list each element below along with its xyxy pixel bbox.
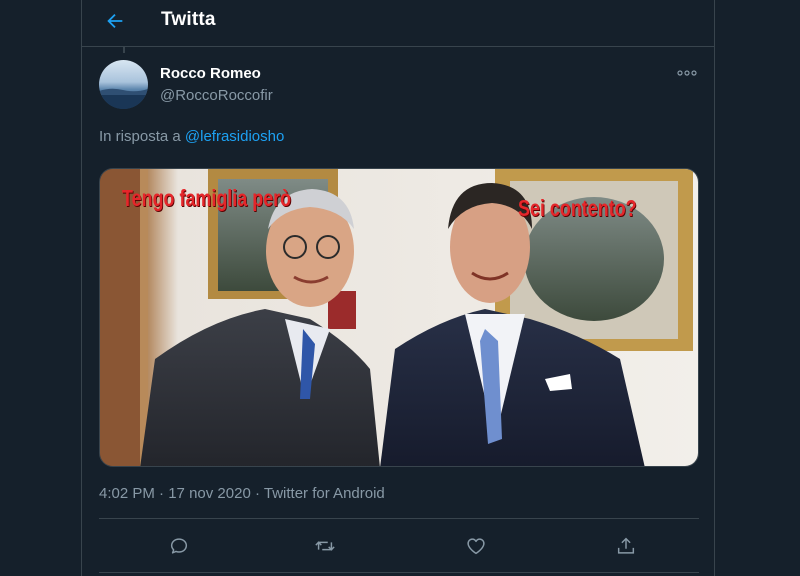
reply-bubble-icon [170, 538, 188, 554]
heart-icon [467, 538, 485, 555]
arrow-left-icon [107, 13, 123, 29]
author-handle[interactable]: @RoccoRoccofir [160, 87, 273, 104]
share-icon [617, 537, 635, 554]
retweet-button[interactable] [312, 533, 338, 559]
like-button[interactable] [463, 533, 489, 559]
tweet-column: Twitta Rocco Romeo @RoccoRoccofir In ris… [81, 0, 715, 576]
more-dots-icon [677, 70, 697, 76]
reply-prefix: In risposta a [99, 128, 181, 145]
tweet-meta: 4:02 PM · 17 nov 2020 · Twitter for Andr… [99, 485, 385, 502]
author-name[interactable]: Rocco Romeo [160, 65, 261, 82]
divider [99, 572, 699, 573]
retweet-icon [315, 541, 335, 551]
reply-mention-link[interactable]: @lefrasidiosho [185, 128, 284, 145]
header: Twitta [82, 0, 714, 47]
share-button[interactable] [613, 533, 639, 559]
action-bar [99, 525, 699, 565]
more-button[interactable] [676, 62, 698, 84]
tweet-date[interactable]: 17 nov 2020 [168, 485, 251, 502]
tweet-time[interactable]: 4:02 PM [99, 485, 155, 502]
back-button[interactable] [102, 8, 128, 34]
image-caption-right: Sei contento? [518, 195, 637, 221]
tweet-source[interactable]: Twitter for Android [264, 485, 385, 502]
image-caption-left: Tengo famiglia però [122, 185, 292, 211]
page-title: Twitta [161, 9, 216, 30]
avatar[interactable] [99, 60, 148, 109]
reply-context: In risposta a @lefrasidiosho [99, 128, 284, 145]
thread-connector [123, 47, 125, 53]
divider [99, 518, 699, 519]
tweet-image[interactable]: Tengo famiglia però Sei contento? [99, 168, 699, 467]
reply-button[interactable] [166, 533, 192, 559]
